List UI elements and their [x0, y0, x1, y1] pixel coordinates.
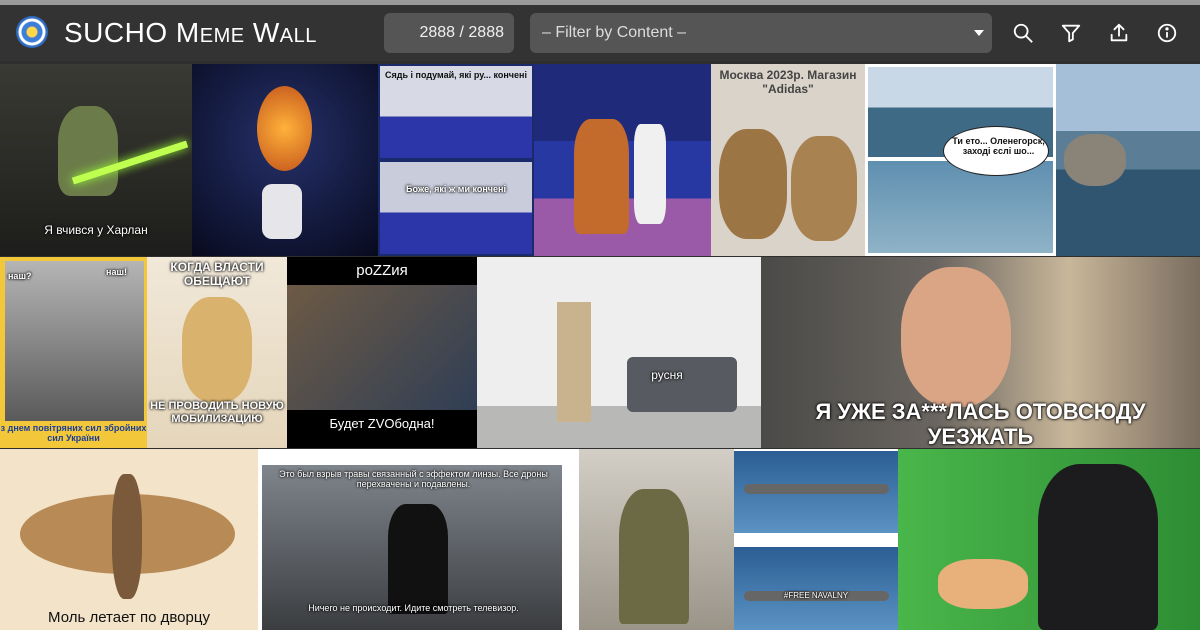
meme-tile-navalny[interactable] [898, 449, 1200, 630]
meme-tile-kids-airforce[interactable]: наш? наш! з днем повітряних сил збройних… [0, 257, 147, 448]
chevron-down-icon [974, 30, 984, 36]
people-queue [627, 357, 737, 412]
filter-placeholder: – Filter by Content – [542, 24, 687, 41]
meme-tile-pozzia[interactable]: роZZия Будет ZVOбодна! [287, 257, 477, 448]
meme-caption-right: наш! [106, 267, 127, 277]
meme-caption-bottom: Боже, які ж ми кончені [406, 184, 506, 194]
burning-chicken [257, 86, 312, 171]
meme-caption: Моль летает по дворцу [48, 609, 210, 626]
moth-body [112, 474, 142, 599]
meme-tile-cat-sea[interactable] [1056, 64, 1200, 256]
app-header: SUCHO Meme Wall 2888 / 2888 – Filter by … [0, 5, 1200, 61]
doorway [557, 302, 591, 422]
meme-tile-medvedchuk[interactable] [579, 449, 734, 630]
meme-tile-borat-noodles[interactable]: КОГДА ВЛАСТИ ОБЕЩАЮТ НЕ ПРОВОДИТЬ НОВУЮ … [147, 257, 287, 448]
sucho-logo-icon[interactable] [16, 16, 48, 48]
meme-wall: Я вчився у Харлан Сядь і подумай, які ру… [0, 64, 1200, 630]
yoda-figure [58, 106, 118, 196]
meme-caption: Москва 2023р. Магазин "Adidas" [719, 68, 857, 96]
upload-icon[interactable] [1104, 18, 1134, 48]
meme-tile-hospital[interactable]: русня [477, 257, 761, 448]
seated-man [619, 489, 689, 624]
meme-tile-chicken-torch[interactable] [192, 64, 378, 256]
noodle-man [182, 297, 252, 402]
fox-figure [574, 119, 629, 234]
meme-tile-fencing-think[interactable]: Сядь і подумай, які ру... кончені Боже, … [378, 64, 534, 256]
fencer-figure [634, 124, 666, 224]
meme-caption-top: Сядь і подумай, які ру... кончені [385, 70, 527, 80]
meme-caption: Я УЖЕ ЗА***ЛАСЬ ОТОВСЮДУ УЕЗЖАТЬ [815, 399, 1146, 448]
meme-caption-top: роZZия [356, 262, 408, 279]
meme-caption: НЕ ПРОВОДИТЬ НОВУЮ МОБИЛИЗАЦИЮ [150, 400, 284, 425]
meme-caption: Ничего не происходит. Идите смотреть тел… [308, 603, 519, 613]
meme-tile-moscow-adidas[interactable]: Москва 2023р. Магазин "Adidas" [711, 64, 865, 256]
pozzia-photo [287, 285, 477, 410]
search-icon[interactable] [1008, 18, 1038, 48]
item-counter: 2888 / 2888 [384, 13, 514, 53]
meme-caption: Будет ZVOбодна! [329, 416, 435, 431]
app-title: SUCHO Meme Wall [64, 17, 317, 48]
meme-caption: Ти ето... Оленегорск, заході єслі шо... [952, 136, 1045, 156]
info-icon[interactable] [1152, 18, 1182, 48]
meme-tile-crying-woman[interactable]: Я УЖЕ ЗА***ЛАСЬ ОТОВСЮДУ УЕЗЖАТЬ [761, 257, 1200, 448]
sandwich [938, 559, 1028, 609]
bomber-panel-bottom [734, 547, 898, 630]
meme-caption: Я вчився у Харлан [44, 223, 148, 237]
meme-tile-yoda[interactable]: Я вчився у Харлан [0, 64, 192, 256]
meme-tile-fox-fencer[interactable] [534, 64, 711, 256]
agent-figure [388, 504, 448, 614]
bast-shoe-left [719, 129, 787, 239]
fencing-panel-bottom [380, 162, 532, 254]
meme-tile-men-in-black[interactable]: Это был взрыв травы связанный с эффектом… [258, 449, 579, 630]
filter-icon[interactable] [1056, 18, 1086, 48]
meme-caption-bottom: #FREE NAVALNY [783, 591, 849, 600]
bomber-plane-top [744, 484, 889, 494]
man-figure [1038, 464, 1158, 630]
meme-tile-ships[interactable]: Ти ето... Оленегорск, заході єслі шо... [865, 64, 1056, 256]
ships-panel-bottom [868, 161, 1053, 253]
meme-caption-top: Это был взрыв травы связанный с эффектом… [279, 469, 548, 490]
content-filter-select[interactable]: – Filter by Content – [530, 13, 992, 53]
meme-caption-left: наш? [8, 271, 32, 281]
meme-tile-moth-tsar[interactable]: Моль летает по дворцу [0, 449, 258, 630]
cat-figure [1064, 134, 1126, 186]
bast-shoe-right [791, 136, 857, 241]
woman-face [901, 267, 1011, 407]
meme-caption: русня [651, 368, 683, 382]
meme-caption-top: КОГДА ВЛАСТИ ОБЕЩАЮТ [170, 260, 264, 288]
kids-photo [5, 261, 144, 421]
meme-caption: з днем повітряних сил збройних сил Украї… [0, 423, 147, 443]
meme-tile-bombers[interactable]: #FREE NAVALNY [734, 449, 898, 630]
torch-hand [262, 184, 302, 239]
